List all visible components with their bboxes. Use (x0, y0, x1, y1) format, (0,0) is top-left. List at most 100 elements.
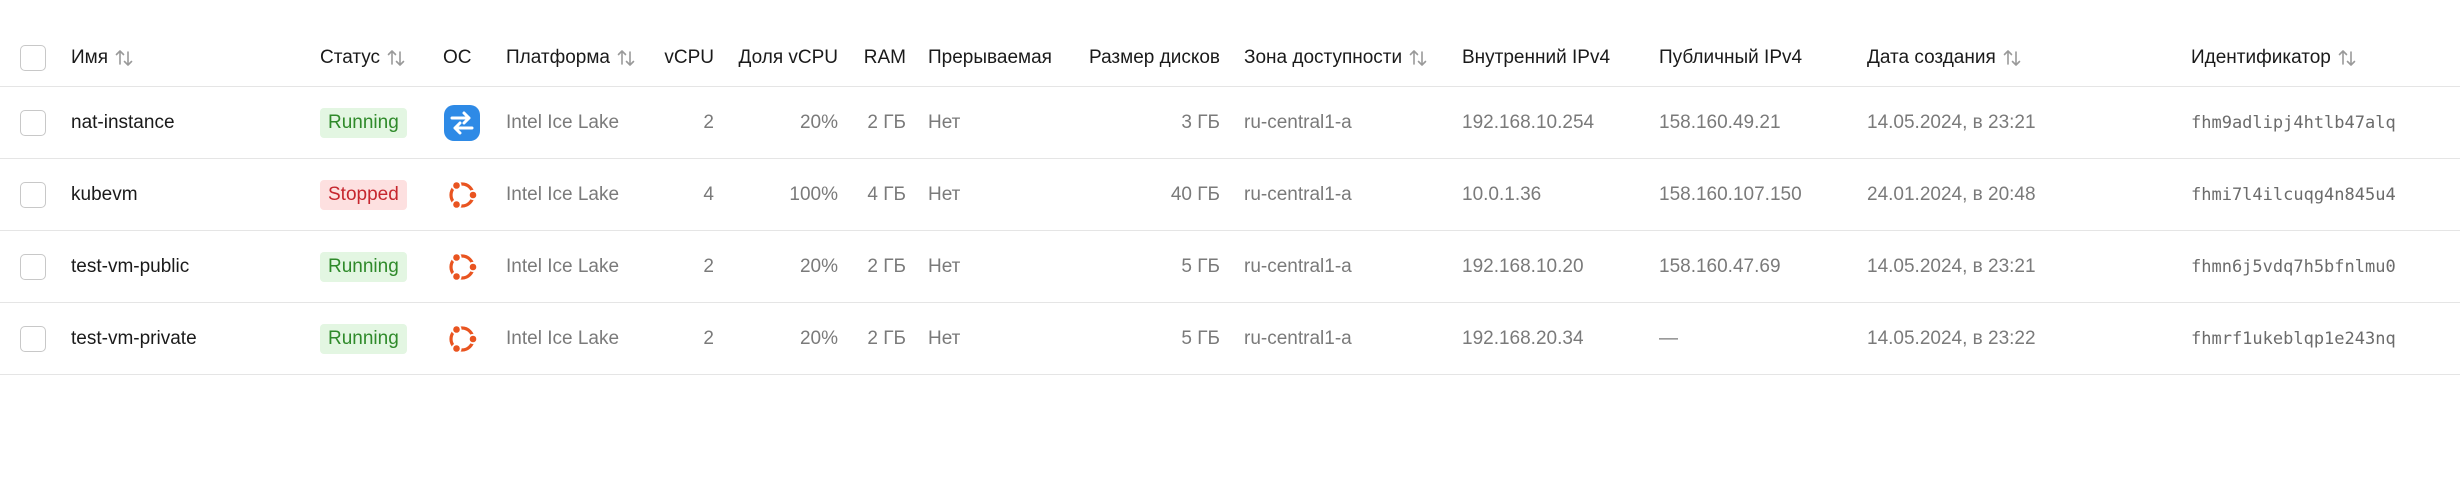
sort-icon[interactable] (386, 48, 406, 68)
os-cell (443, 159, 481, 230)
table-row[interactable]: test-vm-private Running Intel Ice Lake 2… (0, 303, 2460, 375)
vcpu-value: 2 (703, 111, 714, 133)
disk-size-value: 5 ГБ (1181, 255, 1220, 277)
select-all-checkbox[interactable] (20, 44, 46, 71)
row-checkbox[interactable] (20, 325, 46, 352)
vm-name[interactable]: test-vm-public (71, 231, 189, 302)
disk-size-value: 5 ГБ (1181, 327, 1220, 349)
status-badge: Running (320, 251, 407, 282)
row-select-cell[interactable] (20, 87, 46, 158)
id-value: fhm9adlipj4htlb47alq (2191, 112, 2396, 133)
ram-value: 2 ГБ (867, 327, 906, 349)
os-cell (443, 231, 481, 302)
disk-size-value: 3 ГБ (1181, 111, 1220, 133)
ubuntu-icon (443, 320, 481, 358)
column-header-ram-label: RAM (863, 46, 906, 68)
column-header-created[interactable]: Дата создания (1867, 29, 2022, 86)
vcpu-share-value: 20% (799, 255, 838, 277)
column-header-os: ОС (443, 29, 472, 86)
column-header-ram: RAM (840, 29, 906, 86)
zone-value: ru-central1-a (1244, 327, 1352, 349)
vcpu-value: 4 (703, 183, 714, 205)
column-header-vcpu-label: vCPU (664, 46, 714, 68)
sort-icon[interactable] (114, 48, 134, 68)
sort-icon[interactable] (1408, 48, 1428, 68)
internal-ip-value: 10.0.1.36 (1462, 183, 1542, 205)
created-value: 24.01.2024, в 20:48 (1867, 183, 2036, 205)
zone-value: ru-central1-a (1244, 111, 1352, 133)
row-select-cell[interactable] (20, 303, 46, 374)
status-cell: Running (320, 303, 407, 374)
column-header-name-label: Имя (71, 46, 109, 68)
row-checkbox[interactable] (20, 109, 46, 136)
column-header-id-label: Идентификатор (2191, 46, 2331, 68)
ubuntu-icon (443, 248, 481, 286)
column-header-disk-size-label: Размер дисков (1089, 46, 1220, 68)
status-badge: Stopped (320, 179, 407, 210)
ram-value: 4 ГБ (867, 183, 906, 205)
row-checkbox[interactable] (20, 181, 46, 208)
public-ip-value: 158.160.49.21 (1659, 111, 1781, 133)
row-select-cell[interactable] (20, 159, 46, 230)
preemptible-value: Нет (928, 255, 961, 277)
column-header-internal-ip: Внутренний IPv4 (1462, 29, 1610, 86)
status-badge: Running (320, 107, 407, 138)
column-header-os-label: ОС (443, 46, 472, 68)
column-header-disk-size: Размер дисков (1060, 29, 1220, 86)
id-value: fhmrf1ukeblqp1e243nq (2191, 328, 2396, 349)
zone-value: ru-central1-a (1244, 183, 1352, 205)
vcpu-value: 2 (703, 327, 714, 349)
status-cell: Running (320, 231, 407, 302)
column-header-status-label: Статус (320, 46, 381, 68)
column-header-platform-label: Платформа (506, 46, 610, 68)
status-cell: Running (320, 87, 407, 158)
internal-ip-value: 192.168.10.20 (1462, 255, 1584, 277)
preemptible-value: Нет (928, 327, 961, 349)
os-cell (443, 87, 481, 158)
column-header-internal-ip-label: Внутренний IPv4 (1462, 46, 1611, 68)
created-value: 14.05.2024, в 23:21 (1867, 255, 2036, 277)
disk-size-value: 40 ГБ (1170, 183, 1220, 205)
ram-value: 2 ГБ (867, 111, 906, 133)
column-header-zone-label: Зона доступности (1244, 46, 1403, 68)
column-header-name[interactable]: Имя (71, 29, 134, 86)
created-value: 14.05.2024, в 23:21 (1867, 111, 2036, 133)
column-header-zone[interactable]: Зона доступности (1244, 29, 1428, 86)
column-header-public-ip: Публичный IPv4 (1659, 29, 1802, 86)
table-row[interactable]: test-vm-public Running Intel Ice Lake 2 … (0, 231, 2460, 303)
row-select-cell[interactable] (20, 231, 46, 302)
status-badge: Running (320, 323, 407, 354)
os-cell (443, 303, 481, 374)
vm-name[interactable]: nat-instance (71, 87, 175, 158)
vcpu-share-value: 20% (799, 111, 838, 133)
vm-name[interactable]: kubevm (71, 159, 138, 230)
sort-icon[interactable] (2337, 48, 2357, 68)
id-value: fhmi7l4ilcuqg4n845u4 (2191, 184, 2396, 205)
column-header-preemptible: Прерываемая (928, 29, 1052, 86)
vm-table: Имя Статус ОС Платформа vCPU Доля vCPU R… (0, 0, 2460, 487)
sort-icon[interactable] (2002, 48, 2022, 68)
column-header-public-ip-label: Публичный IPv4 (1659, 46, 1803, 68)
vcpu-value: 2 (703, 255, 714, 277)
status-cell: Stopped (320, 159, 407, 230)
select-all-cell[interactable] (20, 29, 46, 86)
column-header-vcpu-share-label: Доля vCPU (738, 46, 839, 68)
zone-value: ru-central1-a (1244, 255, 1352, 277)
table-row[interactable]: kubevm Stopped Intel Ice Lake 4 100% 4 Г… (0, 159, 2460, 231)
preemptible-value: Нет (928, 183, 961, 205)
table-row[interactable]: nat-instance Running Intel Ice Lake 2 20… (0, 87, 2460, 159)
row-checkbox[interactable] (20, 253, 46, 280)
nat-instance-icon (443, 104, 481, 142)
vm-name[interactable]: test-vm-private (71, 303, 197, 374)
vcpu-share-value: 20% (799, 327, 838, 349)
vcpu-share-value: 100% (789, 183, 838, 205)
column-header-id[interactable]: Идентификатор (2191, 29, 2357, 86)
column-header-created-label: Дата создания (1867, 46, 1996, 68)
internal-ip-value: 192.168.10.254 (1462, 111, 1595, 133)
ubuntu-icon (443, 176, 481, 214)
public-ip-value: — (1659, 327, 1678, 349)
column-header-preemptible-label: Прерываемая (928, 46, 1052, 68)
ram-value: 2 ГБ (867, 255, 906, 277)
column-header-status[interactable]: Статус (320, 29, 406, 86)
created-value: 14.05.2024, в 23:22 (1867, 327, 2036, 349)
